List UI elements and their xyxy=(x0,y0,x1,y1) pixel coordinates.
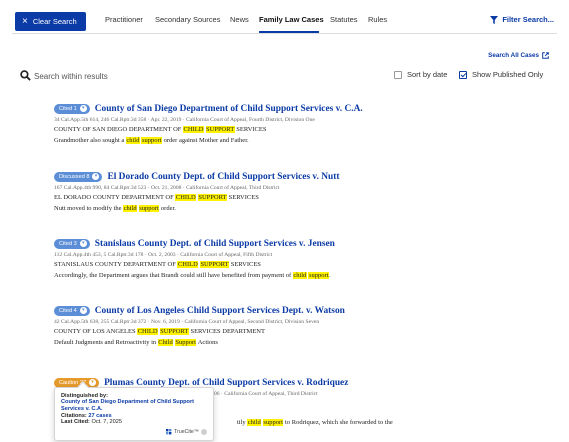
search-within-results-input[interactable] xyxy=(34,69,364,83)
tab-rules[interactable]: Rules xyxy=(368,15,387,24)
tab-family-law-cases[interactable]: Family Law Cases xyxy=(259,15,324,24)
case-snippet: Accordingly, the Department argues that … xyxy=(54,272,331,279)
tab-bar: × Clear Search Practitioner Secondary So… xyxy=(12,9,557,34)
sort-by-date-option[interactable]: Sort by date xyxy=(394,70,447,79)
case-party: COUNTY OF SAN DIEGO DEPARTMENT OF CHILD … xyxy=(54,126,267,133)
search-icon xyxy=(20,70,31,81)
case-citation: 167 Cal.App.4th 990, 84 Cal.Rptr.3d 523 … xyxy=(54,185,280,191)
chevron-down-icon: ▾ xyxy=(79,105,87,112)
truecite-logo-icon xyxy=(166,429,172,435)
citation-badge-label: Cited 4 xyxy=(59,307,77,314)
case-title-link[interactable]: Stanislaus County Dept. of Child Support… xyxy=(95,239,335,249)
case-party: STANISLAUS COUNTY DEPARTMENT OF CHILD SU… xyxy=(54,261,261,268)
chevron-down-icon: ▾ xyxy=(92,173,100,180)
chevron-down-icon: ▾ xyxy=(79,240,87,247)
filter-search-button[interactable]: Filter Search... xyxy=(490,15,554,24)
case-snippet: Grandmother also sought a child support … xyxy=(54,137,249,144)
tab-practitioner[interactable]: Practitioner xyxy=(105,15,143,24)
citation-badge[interactable]: Cited 3 ▾ xyxy=(54,238,90,249)
clear-search-label: Clear Search xyxy=(32,17,77,26)
sort-by-date-checkbox[interactable] xyxy=(394,70,402,79)
show-published-only-option[interactable]: Show Published Only xyxy=(459,70,543,79)
result-item: Cited 3 ▾ Stanislaus County Dept. of Chil… xyxy=(54,237,534,279)
info-icon xyxy=(201,429,207,435)
result-item: Cited 1 ▾ County of San Diego Department … xyxy=(54,102,534,144)
case-title-link[interactable]: County of San Diego Department of Child … xyxy=(95,104,363,114)
case-title-link[interactable]: El Dorado County Dept. of Child Support … xyxy=(107,172,339,182)
citation-badge-label: Cited 3 xyxy=(59,240,77,247)
filter-icon xyxy=(490,15,499,24)
tab-statutes[interactable]: Statutes xyxy=(330,15,358,24)
external-link-icon xyxy=(542,52,549,59)
case-citation: 112 Cal.App.4th 453, 5 Cal.Rptr.3d 178 ·… xyxy=(54,252,273,258)
case-snippet: Default Judgments and Retroactivity in C… xyxy=(54,339,218,346)
tooltip-case-link[interactable]: County of San Diego Department of Child … xyxy=(61,399,207,413)
search-within-results-row: Sort by date Show Published Only xyxy=(20,69,550,85)
show-published-only-checkbox[interactable] xyxy=(459,70,467,79)
truecite-label: TrueCite™ xyxy=(174,429,199,435)
case-party: COUNTY OF LOS ANGELES CHILD SUPPORT SERV… xyxy=(54,328,265,335)
truecite-brand: TrueCite™ xyxy=(166,429,207,435)
case-title-link[interactable]: County of Los Angeles Child Support Serv… xyxy=(95,306,345,316)
sort-by-date-label: Sort by date xyxy=(407,70,448,79)
clear-search-button[interactable]: × Clear Search xyxy=(15,12,86,31)
citation-badge-label: Discussed 8 xyxy=(59,173,90,180)
tab-secondary-sources[interactable]: Secondary Sources xyxy=(155,15,220,24)
result-item: Cited 4 ▾ County of Los Angeles Child Sup… xyxy=(54,304,534,346)
search-all-cases-label: Search All Cases xyxy=(488,52,539,59)
filter-search-label: Filter Search... xyxy=(502,15,554,24)
chevron-down-icon: ▾ xyxy=(89,379,97,386)
case-title-link[interactable]: Plumas County Dept. of Child Support Ser… xyxy=(104,378,348,388)
citation-badge[interactable]: Discussed 8 ▾ xyxy=(54,171,103,182)
citation-badge-label: Cited 1 xyxy=(59,105,77,112)
search-all-cases-link[interactable]: Search All Cases xyxy=(488,52,549,59)
citation-tooltip: Distinguished by: County of San Diego De… xyxy=(54,381,214,441)
case-citation: 42 Cal.App.5th 638, 255 Cal.Rptr.3d 372 … xyxy=(54,319,320,325)
chevron-down-icon: ▾ xyxy=(79,307,87,314)
result-item: Discussed 8 ▾ El Dorado County Dept. of C… xyxy=(54,170,534,212)
citation-badge[interactable]: Cited 1 ▾ xyxy=(54,103,90,114)
citation-badge[interactable]: Cited 4 ▾ xyxy=(54,305,90,316)
case-party: EL DORADO COUNTY DEPARTMENT OF CHILD SUP… xyxy=(54,194,259,201)
tooltip-last-cited: Last Cited: Oct. 7, 2025 xyxy=(61,418,122,425)
case-citation: 34 Cal.App.5th 614, 246 Cal.Rptr.3d 358 … xyxy=(54,117,315,123)
case-snippet: Nutt moved to modify the child support o… xyxy=(54,205,176,212)
close-icon: × xyxy=(22,15,28,27)
active-tab-indicator xyxy=(259,31,319,33)
show-published-only-label: Show Published Only xyxy=(472,70,544,79)
tab-news[interactable]: News xyxy=(230,15,249,24)
